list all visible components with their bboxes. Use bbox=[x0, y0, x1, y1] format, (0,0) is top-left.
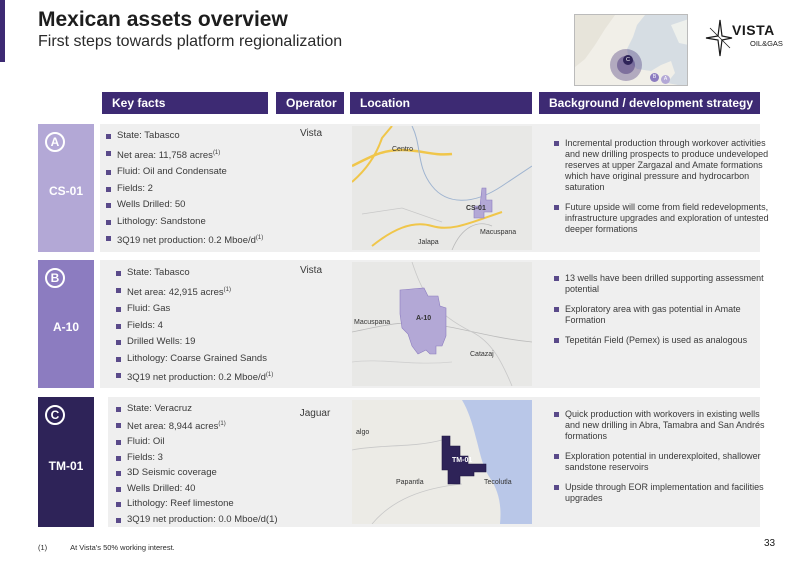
logo-wordmark: VISTA bbox=[732, 22, 775, 38]
map-label-tm01: TM-01 bbox=[452, 457, 472, 464]
asset-letter-b: B bbox=[45, 268, 65, 288]
background-list-a10: 13 wells have been drilled supporting as… bbox=[552, 273, 770, 355]
fact-item: Fluid: Oil bbox=[113, 434, 278, 450]
header-background: Background / development strategy bbox=[539, 92, 760, 114]
page-title: Mexican assets overview bbox=[38, 8, 288, 31]
fact-item: Lithology: Coarse Grained Sands bbox=[113, 351, 273, 368]
fact-item: Fields: 3 bbox=[113, 450, 278, 466]
background-list-cs01: Incremental production through workover … bbox=[552, 138, 770, 244]
background-item: Incremental production through workover … bbox=[552, 138, 770, 193]
map-label-macuspana: Macuspana bbox=[480, 229, 516, 236]
map-graphic-tm01: algo TM-01 Papantla Tecolutla bbox=[352, 400, 532, 524]
fact-item: State: Veracruz bbox=[113, 401, 278, 417]
fact-item: 3Q19 net production: 0.2 Mboe/d(1) bbox=[113, 367, 273, 387]
fact-item: Fluid: Gas bbox=[113, 301, 273, 318]
map-graphic-a10: Macuspana A-10 Catazaj bbox=[352, 262, 532, 386]
location-map-tm01: algo TM-01 Papantla Tecolutla bbox=[352, 400, 532, 524]
header-operator: Operator bbox=[276, 92, 344, 114]
map-label-a10: A-10 bbox=[416, 315, 431, 322]
logo-subtitle: OIL&GAS bbox=[750, 39, 783, 48]
header-key-facts: Key facts bbox=[102, 92, 268, 114]
asset-name-tm01: TM-01 bbox=[48, 459, 84, 473]
fact-item: Fields: 4 bbox=[113, 318, 273, 335]
page-subtitle: First steps towards platform regionaliza… bbox=[38, 33, 343, 50]
asset-letter-a: A bbox=[45, 132, 65, 152]
facts-list-tm01: State: Veracruz Net area: 8,944 acres(1)… bbox=[113, 401, 278, 527]
operator-cs01: Vista bbox=[299, 128, 323, 139]
background-list-tm01: Quick production with workovers in exist… bbox=[552, 409, 770, 513]
facts-list-a10: State: Tabasco Net area: 42,915 acres(1)… bbox=[113, 265, 273, 387]
fact-item: 3D Seismic coverage bbox=[113, 465, 278, 481]
fact-item: State: Tabasco bbox=[103, 128, 263, 145]
locator-map-graphic bbox=[575, 15, 687, 85]
map-graphic-cs01: Centro CS-01 Jalapa Macuspana bbox=[352, 126, 532, 250]
background-item: Exploratory area with gas potential in A… bbox=[552, 304, 770, 326]
map-label-macuspana-b: Macuspana bbox=[354, 319, 390, 326]
map-label-algo: algo bbox=[356, 429, 369, 436]
map-label-cs01: CS-01 bbox=[466, 205, 486, 212]
locator-marker-b: B bbox=[650, 73, 659, 82]
facts-list-cs01: State: Tabasco Net area: 11,758 acres(1)… bbox=[103, 128, 263, 250]
locator-marker-a: A bbox=[661, 75, 670, 84]
fact-item: Wells Drilled: 40 bbox=[113, 481, 278, 497]
fact-item: Lithology: Sandstone bbox=[103, 214, 263, 231]
fact-item: Wells Drilled: 50 bbox=[103, 197, 263, 214]
map-label-papantla: Papantla bbox=[396, 479, 424, 486]
background-item: Exploration potential in underexploited,… bbox=[552, 451, 770, 473]
asset-letter-c: C bbox=[45, 405, 65, 425]
operator-a10: Vista bbox=[299, 265, 323, 276]
background-item: Tepetitán Field (Pemex) is used as analo… bbox=[552, 335, 770, 346]
star-compass-icon bbox=[705, 19, 733, 57]
fact-item: Net area: 11,758 acres(1) bbox=[103, 145, 263, 165]
asset-name-a10: A-10 bbox=[52, 320, 79, 334]
fact-item: Lithology: Reef limestone bbox=[113, 496, 278, 512]
footnote-number: (1) bbox=[38, 543, 48, 552]
background-item: Future upside will come from field redev… bbox=[552, 202, 770, 235]
asset-badge-cs01: A CS-01 bbox=[38, 124, 94, 252]
map-label-catazaj: Catazaj bbox=[470, 351, 494, 358]
header-location: Location bbox=[350, 92, 532, 114]
fact-item: State: Tabasco bbox=[113, 265, 273, 282]
accent-bar bbox=[0, 0, 5, 62]
fact-item: Fields: 2 bbox=[103, 181, 263, 198]
footnote-text: At Vista's 50% working interest. bbox=[70, 543, 175, 552]
fact-item: 3Q19 net production: 0.2 Mboe/d(1) bbox=[103, 230, 263, 250]
locator-map: C B A bbox=[574, 14, 688, 86]
background-item: 13 wells have been drilled supporting as… bbox=[552, 273, 770, 295]
background-item: Quick production with workovers in exist… bbox=[552, 409, 770, 442]
asset-badge-a10: B A-10 bbox=[38, 260, 94, 388]
fact-item: Net area: 42,915 acres(1) bbox=[113, 282, 273, 302]
company-logo: VISTA OIL&GAS bbox=[704, 18, 788, 68]
asset-badge-tm01: C TM-01 bbox=[38, 397, 94, 527]
map-label-jalapa: Jalapa bbox=[418, 239, 439, 246]
asset-name-cs01: CS-01 bbox=[48, 184, 83, 198]
background-item: Upside through EOR implementation and fa… bbox=[552, 482, 770, 504]
operator-tm01: Jaguar bbox=[299, 408, 331, 419]
fact-item: Drilled Wells: 19 bbox=[113, 334, 273, 351]
map-label-tecolutla: Tecolutla bbox=[484, 479, 512, 486]
page-number: 33 bbox=[764, 538, 776, 549]
locator-marker-c: C bbox=[623, 55, 633, 65]
footnote: (1) At Vista's 50% working interest. bbox=[38, 543, 175, 552]
fact-item: Net area: 8,944 acres(1) bbox=[113, 417, 278, 435]
location-map-a10: Macuspana A-10 Catazaj bbox=[352, 262, 532, 386]
fact-item: 3Q19 net production: 0.0 Mboe/d(1) bbox=[113, 512, 278, 528]
fact-item: Fluid: Oil and Condensate bbox=[103, 164, 263, 181]
location-map-cs01: Centro CS-01 Jalapa Macuspana bbox=[352, 126, 532, 250]
map-label-centro: Centro bbox=[392, 146, 413, 153]
